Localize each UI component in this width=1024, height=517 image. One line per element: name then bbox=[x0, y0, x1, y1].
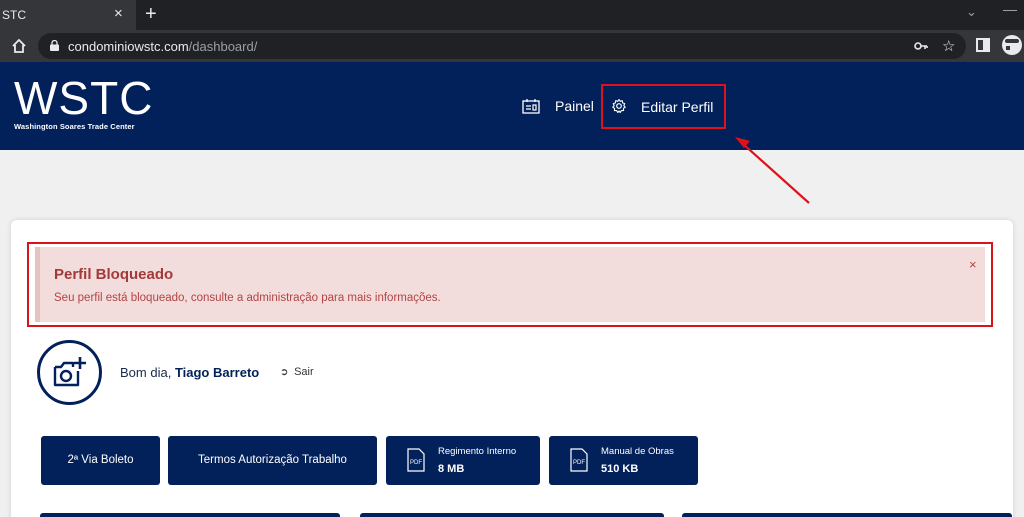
home-icon[interactable] bbox=[8, 35, 30, 57]
key-icon[interactable] bbox=[914, 39, 928, 53]
doc-size: 8 MB bbox=[438, 463, 465, 475]
tab-close-icon[interactable]: × bbox=[114, 5, 123, 22]
minimize-icon[interactable] bbox=[1003, 10, 1017, 11]
browser-tab[interactable]: STC × bbox=[0, 0, 136, 30]
segunda-via-boleto-button[interactable]: 2ª Via Boleto bbox=[41, 436, 160, 485]
manual-de-obras-button[interactable]: PDF Manual de Obras 510 KB bbox=[549, 436, 698, 485]
alert-close-icon[interactable]: × bbox=[969, 257, 977, 272]
lock-icon bbox=[50, 40, 59, 51]
button-label: 2ª Via Boleto bbox=[67, 454, 134, 466]
nav-editar-perfil-label: Editar Perfil bbox=[641, 99, 714, 115]
profile-blocked-alert: Perfil Bloqueado Seu perfil está bloquea… bbox=[35, 247, 985, 322]
site-header: WSTC Washington Soares Trade Center Pain… bbox=[0, 62, 1024, 150]
doc-size: 510 KB bbox=[601, 463, 639, 475]
logo-subtitle: Washington Soares Trade Center bbox=[14, 122, 135, 131]
pdf-file-icon: PDF bbox=[407, 448, 425, 472]
user-name: Tiago Barreto bbox=[174, 365, 260, 380]
logout-link[interactable]: ➲ Sair bbox=[280, 366, 314, 378]
greeting: Bom dia, Tiago Barreto bbox=[120, 365, 259, 380]
browser-toolbar: condominiowstc.com/dashboard/ ☆ bbox=[0, 30, 1024, 62]
logout-icon: ➲ bbox=[280, 367, 289, 378]
new-tab-button[interactable]: + bbox=[145, 3, 157, 26]
dashboard-icon bbox=[522, 99, 540, 114]
browser-tabbar: STC × + ⌄ bbox=[0, 0, 1024, 30]
alert-message: Seu perfil está bloqueado, consulte a ad… bbox=[54, 292, 441, 304]
termos-autorizacao-button[interactable]: Termos Autorização Trabalho bbox=[168, 436, 377, 485]
panel-edge bbox=[40, 513, 340, 517]
regimento-interno-button[interactable]: PDF Regimento Interno 8 MB bbox=[386, 436, 540, 485]
address-bar[interactable]: condominiowstc.com/dashboard/ ☆ bbox=[38, 33, 966, 59]
doc-title: Manual de Obras bbox=[601, 446, 674, 457]
pdf-file-icon: PDF bbox=[570, 448, 588, 472]
tab-title: STC bbox=[2, 8, 26, 22]
nav-editar-perfil[interactable]: Editar Perfil bbox=[601, 84, 726, 129]
incognito-icon[interactable] bbox=[1002, 35, 1024, 55]
side-panel-icon[interactable] bbox=[976, 38, 990, 52]
url-text: condominiowstc.com/dashboard/ bbox=[68, 39, 258, 54]
button-label: Termos Autorização Trabalho bbox=[198, 454, 347, 466]
gear-icon bbox=[612, 98, 626, 114]
tab-search-chevron-icon[interactable]: ⌄ bbox=[966, 4, 977, 20]
avatar-upload[interactable] bbox=[37, 340, 102, 405]
panel-edge bbox=[682, 513, 1012, 517]
panel-edge bbox=[360, 513, 664, 517]
greeting-text: Bom dia, bbox=[120, 365, 172, 380]
svg-text:PDF: PDF bbox=[410, 460, 422, 466]
wstc-logo[interactable]: WSTC Washington Soares Trade Center bbox=[14, 72, 154, 131]
add-photo-icon bbox=[53, 357, 86, 387]
doc-title: Regimento Interno bbox=[438, 446, 517, 457]
logo-text: WSTC bbox=[14, 72, 154, 124]
logout-label: Sair bbox=[294, 366, 314, 378]
svg-text:PDF: PDF bbox=[573, 460, 585, 466]
nav-painel-label: Painel bbox=[555, 98, 594, 114]
alert-title: Perfil Bloqueado bbox=[54, 266, 174, 283]
bookmark-star-icon[interactable]: ☆ bbox=[942, 37, 955, 55]
